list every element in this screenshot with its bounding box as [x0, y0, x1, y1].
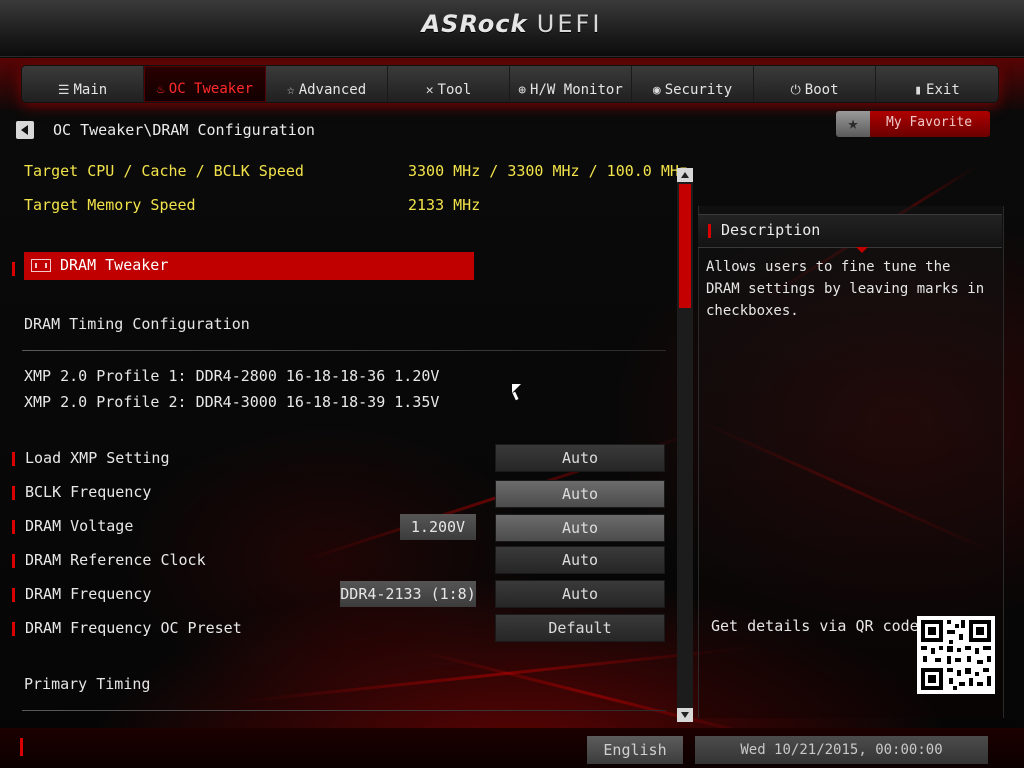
main-nav: ☰ Main ♨ OC Tweaker ☆ Advanced ✕ Tool ⊕ H/W M…: [22, 66, 998, 102]
tab-main[interactable]: ☰ Main: [22, 66, 144, 102]
power-icon: ⏻: [790, 83, 801, 98]
row-marker: [12, 452, 15, 466]
dram-tweaker-label: DRAM Tweaker: [60, 256, 169, 274]
shield-icon: ◉: [652, 83, 661, 98]
tab-oc-tweaker[interactable]: ♨ OC Tweaker: [144, 66, 266, 102]
target-cpu-label: Target CPU / Cache / BCLK Speed: [24, 162, 304, 180]
description-title: Description: [721, 221, 821, 239]
row-marker: [12, 554, 15, 568]
brand-logo: ASRock UEFI: [421, 10, 603, 38]
dram-reference-clock-label: DRAM Reference Clock: [25, 551, 206, 569]
row-marker: [12, 520, 15, 534]
description-header: Description: [698, 214, 1002, 253]
list-icon: ☰: [57, 83, 70, 98]
row-marker: [12, 262, 15, 276]
tab-hw-monitor[interactable]: ⊕ H/W Monitor: [510, 66, 632, 102]
notch-arrow-icon: [856, 247, 868, 253]
bclk-frequency-label: BCLK Frequency: [25, 483, 152, 501]
datetime-display: Wed 10/21/2015, 00:00:00: [695, 736, 988, 764]
dram-frequency-oc-preset-label: DRAM Frequency OC Preset: [25, 619, 242, 637]
scroll-down-button[interactable]: [677, 708, 693, 722]
qr-code-icon: [917, 616, 995, 694]
status-marker: [20, 738, 23, 756]
section-timing-config: DRAM Timing Configuration: [24, 315, 250, 333]
tab-tool[interactable]: ✕ Tool: [388, 66, 510, 102]
exit-door-icon: ▮: [914, 83, 923, 98]
memory-module-icon: [31, 259, 51, 272]
row-marker: [12, 622, 15, 636]
header-marker: [708, 224, 711, 238]
dram-frequency-select[interactable]: Auto: [495, 580, 665, 608]
breadcrumb: OC Tweaker\DRAM Configuration: [53, 121, 315, 139]
target-memory-label: Target Memory Speed: [24, 196, 196, 214]
description-text: Allows users to fine tune the DRAM setti…: [706, 259, 985, 319]
dram-frequency-readout: DDR4-2133 (1:8): [340, 581, 476, 607]
dram-voltage-label: DRAM Voltage: [25, 517, 134, 535]
load-xmp-setting-label: Load XMP Setting: [25, 449, 170, 467]
qr-code-label: Get details via QR code: [711, 617, 919, 635]
xmp-profile-2: XMP 2.0 Profile 2: DDR4-3000 16-18-18-39…: [24, 393, 440, 411]
header-bar: ASRock UEFI: [0, 0, 1024, 57]
dram-tweaker-item[interactable]: DRAM Tweaker: [24, 252, 474, 280]
scrollbar-thumb[interactable]: [679, 184, 691, 308]
dram-reference-clock-select[interactable]: Auto: [495, 546, 665, 574]
dram-voltage-input[interactable]: Auto: [495, 514, 665, 542]
star-icon: ★: [836, 111, 870, 137]
my-favorite-button[interactable]: ★ My Favorite: [836, 111, 990, 137]
row-marker: [12, 588, 15, 602]
language-button[interactable]: English: [587, 736, 683, 764]
my-favorite-label: My Favorite: [886, 115, 973, 130]
divider: [22, 350, 666, 351]
flame-icon: ♨: [156, 82, 165, 97]
dram-frequency-oc-preset-select[interactable]: Default: [495, 614, 665, 642]
tab-exit[interactable]: ▮ Exit: [876, 66, 998, 102]
scroll-up-button[interactable]: [677, 168, 693, 182]
globe-icon: ⊕: [518, 83, 527, 98]
tab-security[interactable]: ◉ Security: [632, 66, 754, 102]
mouse-cursor-icon: [512, 384, 521, 393]
back-button[interactable]: [16, 121, 34, 139]
dram-frequency-label: DRAM Frequency: [25, 585, 152, 603]
load-xmp-setting-select[interactable]: Auto: [495, 444, 665, 472]
tools-icon: ✕: [425, 83, 434, 98]
row-marker: [12, 486, 15, 500]
star-icon: ☆: [286, 83, 295, 98]
tab-boot[interactable]: ⏻ Boot: [754, 66, 876, 102]
xmp-profile-1: XMP 2.0 Profile 1: DDR4-2800 16-18-18-36…: [24, 367, 440, 385]
bclk-frequency-input[interactable]: Auto: [495, 480, 665, 508]
tab-advanced[interactable]: ☆ Advanced: [266, 66, 388, 102]
target-memory-value: 2133 MHz: [408, 196, 481, 214]
target-cpu-value: 3300 MHz / 3300 MHz / 100.0 MHz: [408, 162, 688, 180]
dram-voltage-readout: 1.200V: [400, 514, 476, 540]
divider: [22, 710, 666, 711]
section-primary-timing: Primary Timing: [24, 675, 151, 693]
